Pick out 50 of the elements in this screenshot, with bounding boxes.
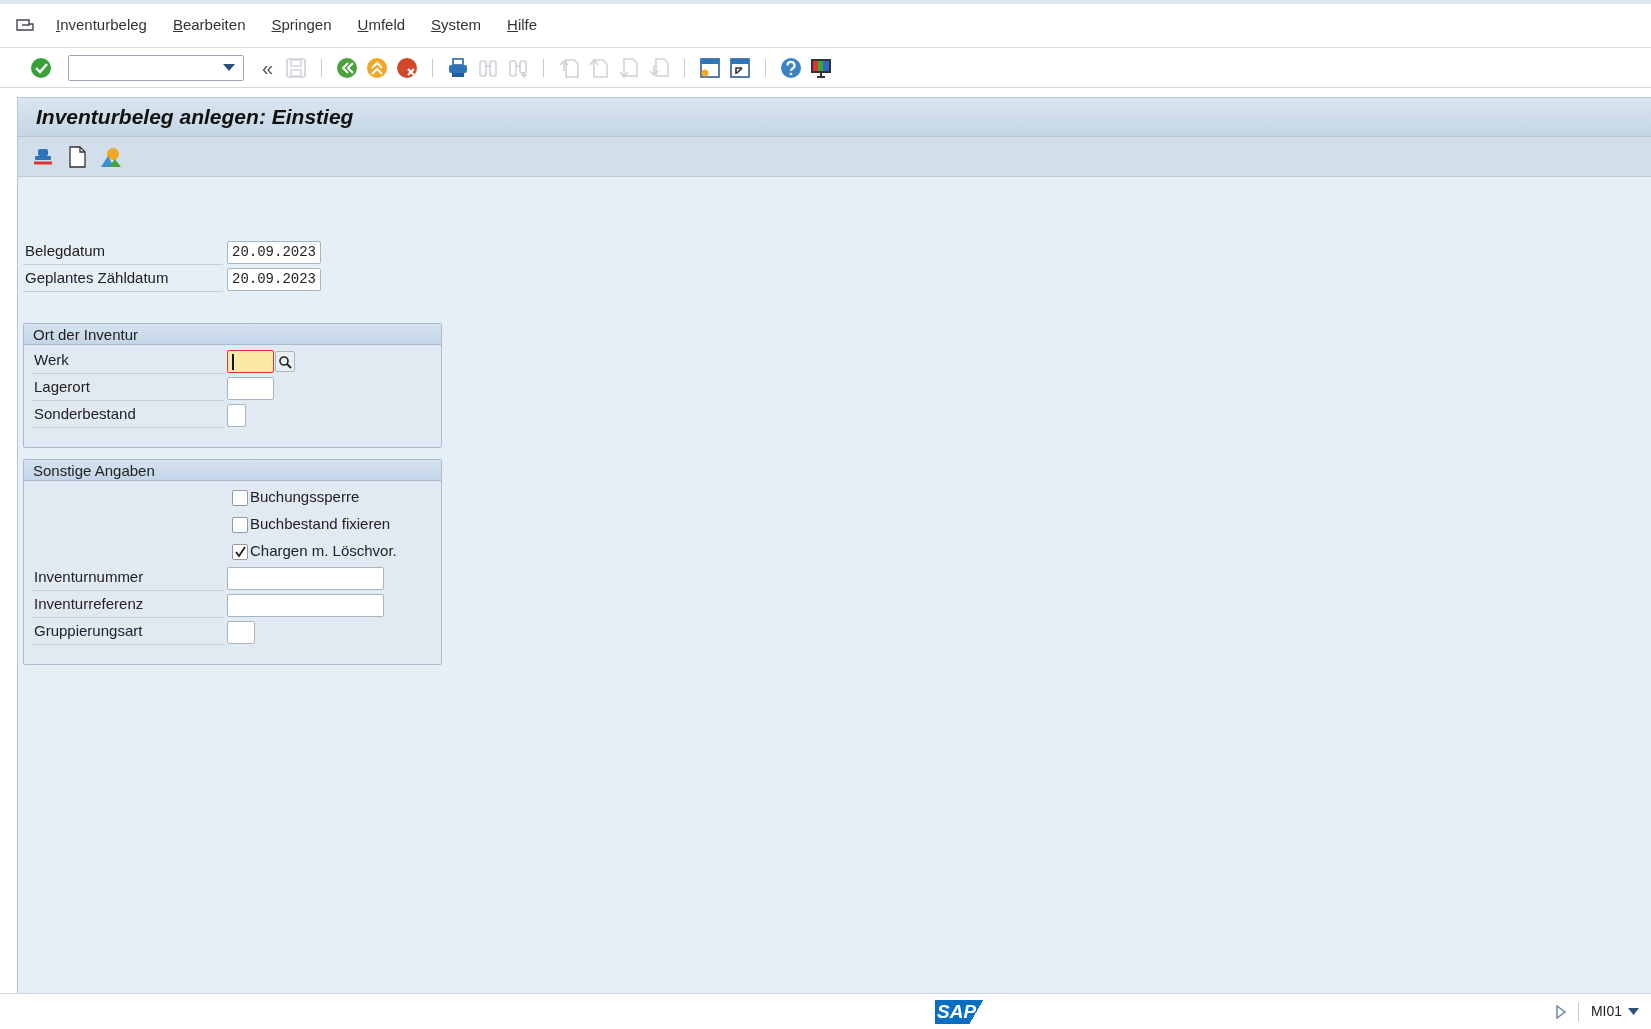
- caret-icon[interactable]: [223, 63, 235, 72]
- new-window-icon[interactable]: [699, 56, 722, 79]
- input-field[interactable]: [227, 594, 385, 617]
- input-field[interactable]: [227, 350, 274, 373]
- field-label: Gruppierungsart: [32, 620, 224, 645]
- play-icon[interactable]: [1555, 1004, 1566, 1019]
- menu-icon[interactable]: [16, 17, 34, 34]
- shortcut-icon[interactable]: [729, 56, 752, 79]
- checkbox-label: Buchungssperre: [250, 487, 360, 508]
- field-label: Geplantes Zähldatum: [23, 267, 223, 292]
- exit-icon[interactable]: [366, 56, 389, 79]
- menu-item[interactable]: Bearbeiten: [172, 14, 246, 37]
- checkbox[interactable]: [232, 543, 248, 560]
- cancel-icon[interactable]: [396, 56, 419, 79]
- checkbox-label: Buchbestand fixieren: [250, 514, 391, 535]
- field-label: Belegdatum: [23, 240, 223, 265]
- field-label: Sonderbestand: [32, 403, 224, 428]
- screen-title: Inventurbeleg anlegen: Einstieg: [36, 104, 354, 131]
- field-label: Lagerort: [32, 376, 224, 401]
- monitor-icon[interactable]: [810, 56, 833, 79]
- search-help-button[interactable]: [274, 351, 295, 372]
- menu-item[interactable]: Springen: [271, 14, 332, 37]
- menu-item[interactable]: Inventurbeleg: [56, 14, 147, 37]
- collapse-button[interactable]: «: [258, 57, 278, 78]
- input-field[interactable]: 20.09.2023: [227, 241, 321, 264]
- transaction-dropdown[interactable]: MI01: [1590, 1001, 1651, 1022]
- input-field[interactable]: [227, 377, 274, 400]
- menu-item[interactable]: System: [431, 14, 482, 37]
- input-field[interactable]: 20.09.2023: [227, 268, 321, 291]
- field-label: Inventurnummer: [32, 566, 224, 591]
- input-field[interactable]: [227, 567, 385, 590]
- menu-item[interactable]: Hilfe: [507, 14, 538, 37]
- printer-icon[interactable]: [447, 56, 470, 79]
- menu-item[interactable]: Umfeld: [357, 14, 406, 37]
- group-title: Sonstige Angaben: [24, 460, 441, 481]
- landscape-icon[interactable]: [100, 145, 122, 168]
- back-icon[interactable]: [336, 56, 359, 79]
- group-title: Ort der Inventur: [24, 324, 441, 345]
- field-label: Werk: [32, 349, 224, 374]
- command-field[interactable]: [68, 54, 244, 81]
- checkbox[interactable]: [232, 516, 248, 533]
- field-label: Inventurreferenz: [32, 593, 224, 618]
- input-field[interactable]: [227, 404, 247, 427]
- checkmark-icon[interactable]: [30, 56, 52, 79]
- input-field[interactable]: [227, 621, 256, 644]
- help-icon[interactable]: [780, 56, 803, 79]
- checkbox-label: Chargen m. Löschvor.: [250, 541, 397, 562]
- document-icon[interactable]: [66, 145, 88, 168]
- caret-icon[interactable]: [1628, 1008, 1639, 1015]
- checkbox[interactable]: [232, 489, 248, 506]
